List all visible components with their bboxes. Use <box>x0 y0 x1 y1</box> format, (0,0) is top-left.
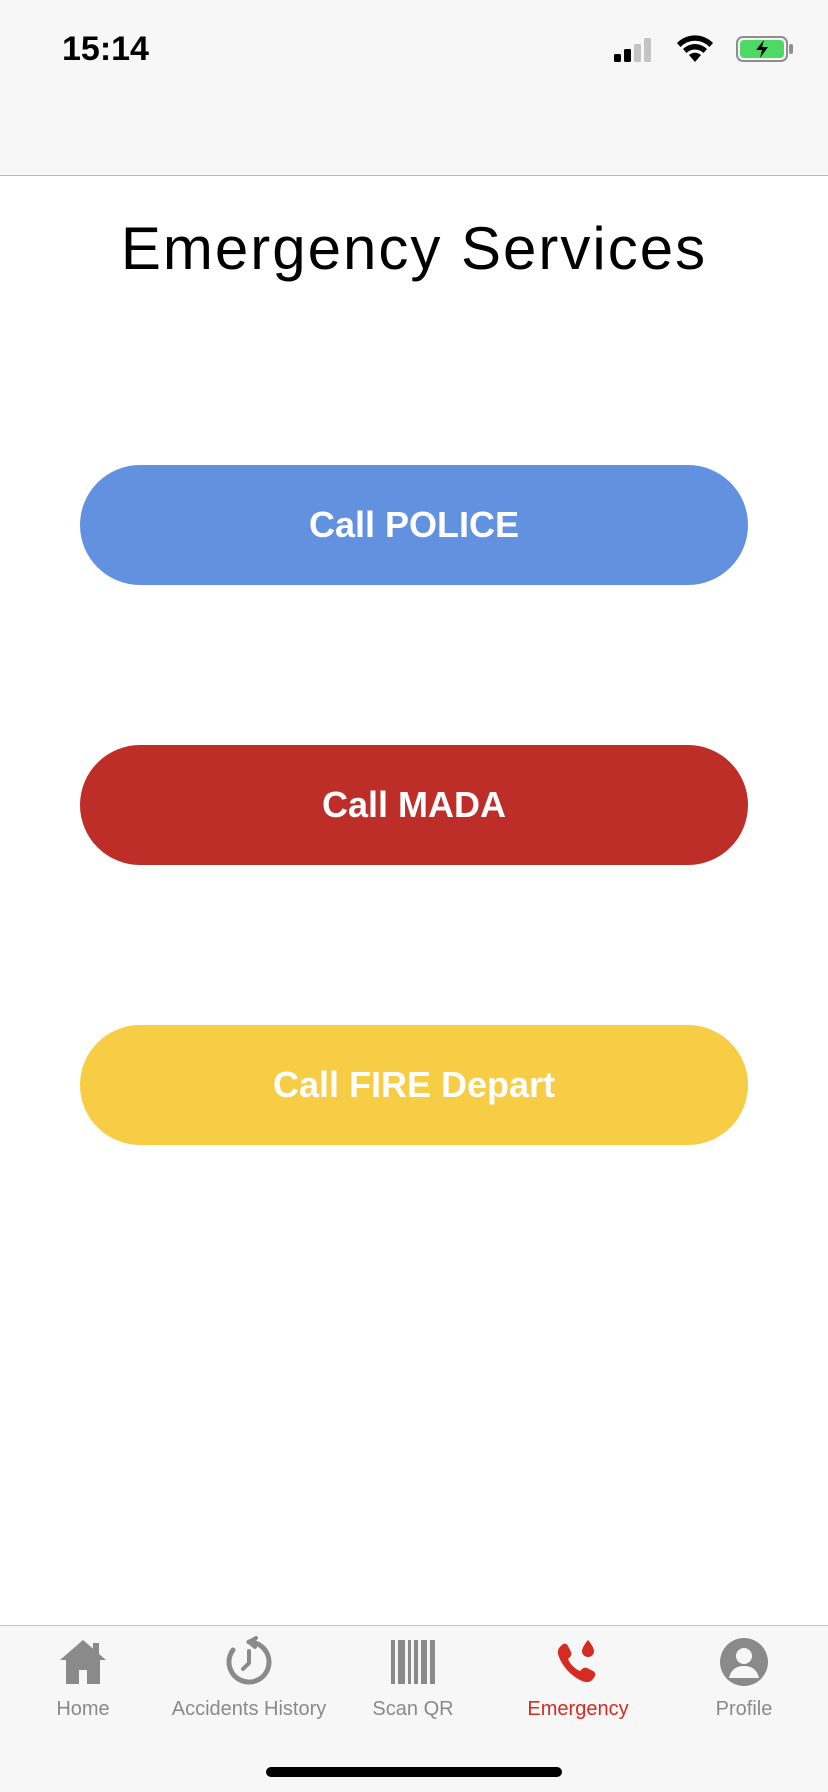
home-icon <box>60 1640 106 1684</box>
barcode-icon <box>391 1640 435 1684</box>
status-time: 15:14 <box>62 30 149 68</box>
battery-charging-icon <box>736 36 793 62</box>
tab-profile[interactable]: Profile <box>661 1636 827 1736</box>
tab-emergency-label: Emergency <box>527 1698 629 1720</box>
emergency-phone-icon <box>557 1640 596 1683</box>
call-mada-button[interactable]: Call MADA <box>80 745 748 865</box>
profile-icon <box>720 1638 768 1686</box>
tab-accidents-history[interactable]: Accidents History <box>166 1636 332 1736</box>
home-indicator <box>266 1767 562 1777</box>
emergency-screen: 15:14 Emergency Services Call POLICE Cal… <box>0 0 828 1792</box>
tab-emergency[interactable]: Emergency <box>495 1636 661 1736</box>
tab-home-label: Home <box>56 1698 110 1720</box>
tab-home[interactable]: Home <box>0 1636 166 1736</box>
wifi-icon <box>677 35 713 62</box>
tab-profile-label: Profile <box>715 1698 773 1720</box>
signal-icon <box>614 38 651 62</box>
tab-scan-qr-label: Scan QR <box>372 1698 454 1720</box>
page-title: Emergency Services <box>120 215 708 282</box>
tab-accidents-history-label: Accidents History <box>171 1698 327 1720</box>
top-bar: 15:14 <box>0 0 828 176</box>
call-fire-department-button[interactable]: Call FIRE Depart <box>80 1025 748 1145</box>
status-icons <box>594 34 794 64</box>
tab-scan-qr[interactable]: Scan QR <box>330 1636 496 1736</box>
call-police-button[interactable]: Call POLICE <box>80 465 748 585</box>
clock-history-icon <box>226 1636 272 1685</box>
